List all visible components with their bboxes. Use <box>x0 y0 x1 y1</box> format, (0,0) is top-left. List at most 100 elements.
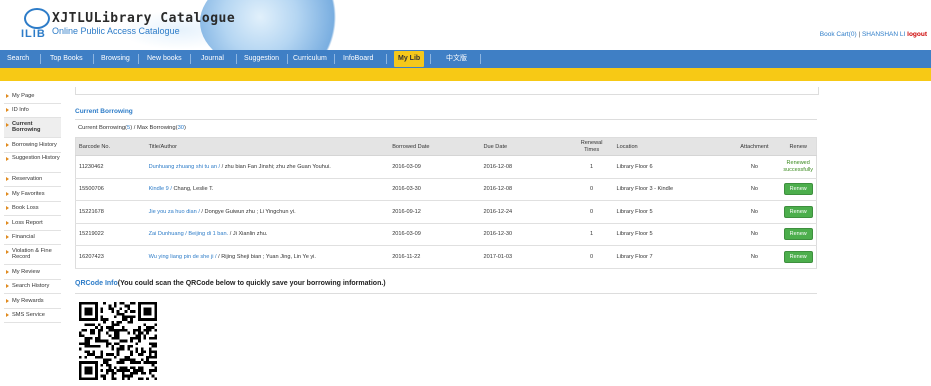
sidebar-item-my-rewards[interactable]: My Rewards <box>4 294 61 309</box>
renew-cell: Renew <box>780 178 817 201</box>
sidebar-item-label: Book Loss <box>12 205 39 211</box>
arrow-right-icon <box>6 235 9 239</box>
nav-browsing[interactable]: Browsing <box>101 50 130 68</box>
arrow-right-icon <box>6 249 9 254</box>
book-author: / Ji Xianlin zhu. <box>228 231 268 238</box>
renew-cell: Renewed successfully <box>780 155 817 179</box>
section-divider <box>75 119 817 120</box>
arrow-right-icon <box>6 298 9 303</box>
borrowed-date-cell: 2016-03-30 <box>389 178 481 201</box>
qr-section-title: QRCode Info(You could scan the QRCode be… <box>75 280 386 287</box>
attachment-cell: No <box>728 178 781 201</box>
sidebar-item-suggestion-history[interactable]: Suggestion History <box>4 153 61 173</box>
sidebar-item-violation-fine-record[interactable]: Violation & Fine Record <box>4 245 61 265</box>
barcode-cell: 11230462 <box>75 155 146 179</box>
barcode-cell: 15221678 <box>75 200 146 224</box>
qr-title-label: QRCode Info <box>75 280 118 287</box>
renew-button[interactable]: Renew <box>783 183 813 196</box>
arrow-right-icon <box>6 142 9 147</box>
nav-top-books[interactable]: Top Books <box>50 50 83 68</box>
book-author: / Rijing Sheji bian ; Yuan Jing, Lin Ye … <box>216 253 316 260</box>
book-cart-link[interactable]: Book Cart(0) <box>820 31 857 38</box>
book-author: Chang, Leslie T. <box>171 186 214 193</box>
sidebar-item-financial[interactable]: Financial <box>4 231 61 245</box>
renew-button[interactable]: Renew <box>783 228 813 241</box>
location-cell: Library Floor 7 <box>613 245 729 269</box>
due-date-cell: 2016-12-24 <box>480 200 570 224</box>
main-nav: Search Top Books Browsing New books Jour… <box>0 50 931 68</box>
col-due-date: Due Date <box>480 137 570 156</box>
logout-link[interactable]: logout <box>907 31 927 38</box>
table-row: 15219022 Zai Dunhuang / Beijing di 1 ban.… <box>75 223 817 246</box>
sidebar-item-sms-service[interactable]: SMS Service <box>4 309 61 323</box>
summary-label: ) / Max Borrowing( <box>130 125 178 131</box>
arrow-right-icon <box>6 122 9 127</box>
sidebar-item-reservation[interactable]: Reservation <box>4 173 61 187</box>
nav-journal[interactable]: Journal <box>201 50 224 68</box>
sidebar-item-label: Current Borrowing <box>12 120 41 133</box>
arrow-right-icon <box>6 220 9 225</box>
barcode-cell: 15500706 <box>75 178 146 201</box>
location-cell: Library Floor 6 <box>613 155 729 179</box>
title-author-cell: Zai Dunhuang / Beijing di 1 ban. / Ji Xi… <box>145 223 390 246</box>
nav-new-books[interactable]: New books <box>147 50 182 68</box>
renew-button[interactable]: Renew <box>783 250 813 263</box>
nav-my-lib[interactable]: My Lib <box>394 51 425 67</box>
due-date-cell: 2016-12-30 <box>480 223 570 246</box>
col-barcode: Barcode No. <box>75 137 146 156</box>
renew-status: Renewed successfully <box>783 160 814 173</box>
nav-curriculum[interactable]: Curriculum <box>293 50 327 68</box>
table-header-row: Barcode No. Title/Author Borrowed Date D… <box>75 137 817 156</box>
arrow-right-icon <box>6 206 9 210</box>
logo-text: ILIB <box>21 28 46 40</box>
sidebar-item-borrowing-history[interactable]: Borrowing History <box>4 138 61 153</box>
book-title-link[interactable]: Dunhuang zhuang shi tu an / <box>149 164 221 170</box>
book-title-link[interactable]: Jie you za huo dian / <box>149 209 200 215</box>
arrow-right-icon <box>6 313 9 317</box>
arrow-right-icon <box>6 269 9 274</box>
section-title: Current Borrowing <box>75 108 133 115</box>
attachment-cell: No <box>728 155 781 179</box>
renewal-times-cell: 1 <box>569 155 614 179</box>
nav-chinese-version[interactable]: 中文版 <box>446 50 467 68</box>
sidebar-item-label: SMS Service <box>12 312 45 318</box>
title-author-cell: Dunhuang zhuang shi tu an / / zhu bian F… <box>145 155 390 179</box>
sidebar-item-my-page[interactable]: My Page <box>4 89 61 104</box>
book-title-link[interactable]: Wu ying liang pin de she ji / <box>149 254 217 260</box>
nav-divider <box>287 54 288 64</box>
renewal-times-cell: 0 <box>569 200 614 224</box>
nav-infoboard[interactable]: InfoBoard <box>343 50 373 68</box>
username-link[interactable]: SHANSHAN LI <box>862 31 905 38</box>
summary-label: ) <box>184 125 186 131</box>
nav-search[interactable]: Search <box>7 50 29 68</box>
attachment-cell: No <box>728 200 781 224</box>
nav-suggestion[interactable]: Suggestion <box>244 50 279 68</box>
title-author-cell: Kindle 9 / Chang, Leslie T. <box>145 178 390 201</box>
sidebar-item-my-favorites[interactable]: My Favorites <box>4 187 61 202</box>
nav-divider <box>430 54 431 64</box>
title-author-cell: Jie you za huo dian / / Dongye Guiwun zh… <box>145 200 390 224</box>
book-title-link[interactable]: Zai Dunhuang / Beijing di 1 ban. <box>149 231 229 237</box>
sidebar-item-current-borrowing[interactable]: Current Borrowing <box>4 118 61 138</box>
location-cell: Library Floor 5 <box>613 223 729 246</box>
user-area: Book Cart(0) | SHANSHAN LI logout <box>820 31 927 38</box>
borrowing-table: Barcode No. Title/Author Borrowed Date D… <box>75 137 817 269</box>
nav-divider <box>138 54 139 64</box>
barcode-cell: 16207423 <box>75 245 146 269</box>
due-date-cell: 2016-12-08 <box>480 155 570 179</box>
renew-button[interactable]: Renew <box>783 205 813 218</box>
location-cell: Library Floor 5 <box>613 200 729 224</box>
book-title-link[interactable]: Kindle 9 / <box>149 186 172 192</box>
sidebar-item-search-history[interactable]: Search History <box>4 280 61 294</box>
sidebar-item-book-loss[interactable]: Book Loss <box>4 202 61 216</box>
location-cell: Library Floor 3 - Kindle <box>613 178 729 201</box>
arrow-right-icon <box>6 177 9 181</box>
arrow-right-icon <box>6 284 9 288</box>
nav-divider <box>480 54 481 64</box>
qr-title-note: (You could scan the QRCode below to quic… <box>117 280 386 287</box>
sidebar-item-loss-report[interactable]: Loss Report <box>4 216 61 231</box>
borrowing-summary: Current Borrowing(5) / Max Borrowing(30) <box>78 125 186 131</box>
user-separator: | <box>858 31 861 38</box>
sidebar-item-my-review[interactable]: My Review <box>4 265 61 280</box>
sidebar-item-id-info[interactable]: ID Info <box>4 104 61 118</box>
